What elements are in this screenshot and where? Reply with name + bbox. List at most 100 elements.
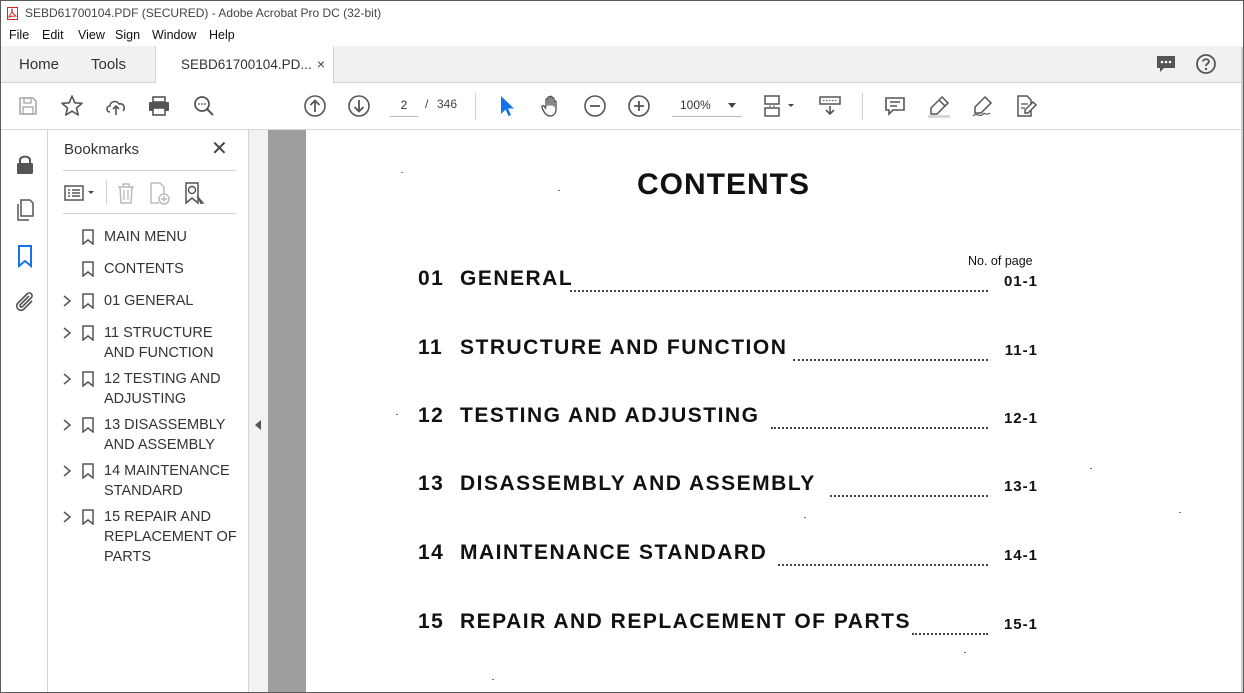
tab-home[interactable]: Home	[19, 46, 59, 83]
toolbar-divider	[475, 93, 476, 120]
lock-icon[interactable]	[13, 152, 37, 176]
menu-view[interactable]: View	[78, 28, 105, 42]
toc-title: GENERAL	[460, 267, 574, 290]
attachment-paperclip-icon[interactable]	[13, 290, 37, 314]
toc-number: 14	[418, 541, 445, 564]
next-page-icon[interactable]	[347, 94, 371, 118]
panel-collapse-handle[interactable]	[249, 130, 268, 692]
main-toolbar: 2 / 346 100%	[1, 83, 1243, 130]
chevron-right-icon[interactable]	[62, 295, 72, 307]
toc-title: STRUCTURE AND FUNCTION	[460, 336, 788, 359]
zoom-level-dropdown[interactable]: 100%	[672, 94, 742, 117]
bookmark-flag-icon	[82, 417, 94, 433]
bookmark-flag-icon	[82, 261, 94, 277]
delete-trash-icon[interactable]	[115, 181, 137, 205]
help-icon[interactable]	[1195, 53, 1217, 75]
select-cursor-icon[interactable]	[495, 94, 519, 118]
scroll-mode-icon[interactable]	[818, 94, 842, 118]
bookmarks-panel: Bookmarks ✕ MAIN MENU CONTENTS 01 GENERA…	[48, 130, 249, 692]
bookmark-label: CONTENTS	[104, 261, 184, 277]
toc-leader-dots	[793, 345, 988, 361]
menu-bar: File Edit View Sign Window Help	[1, 26, 1243, 46]
bookmark-options-icon[interactable]	[63, 181, 99, 205]
toc-page: 12-1	[1003, 410, 1038, 427]
toc-page: 13-1	[1003, 478, 1038, 495]
new-bookmark-icon[interactable]	[148, 181, 170, 205]
page-display-icon[interactable]	[762, 94, 798, 118]
highlight-pen-icon[interactable]	[927, 94, 951, 118]
tab-document[interactable]: SEBD61700104.PD... ×	[155, 46, 334, 83]
bookmark-label: 13 DISASSEMBLY AND ASSEMBLY	[104, 417, 226, 453]
acrobat-app-icon	[7, 7, 18, 20]
bookmark-flag-icon	[82, 463, 94, 479]
scan-speck	[964, 652, 966, 653]
comment-bubble-icon[interactable]	[1155, 53, 1177, 75]
tab-tools[interactable]: Tools	[91, 46, 126, 83]
toc-title: REPAIR AND REPLACEMENT OF PARTS	[460, 610, 911, 633]
chevron-right-icon[interactable]	[62, 419, 72, 431]
add-comment-icon[interactable]	[883, 94, 907, 118]
hand-tool-icon[interactable]	[539, 94, 563, 118]
star-bookmark-icon[interactable]	[60, 94, 84, 118]
collapse-arrow-icon[interactable]	[255, 420, 261, 430]
upload-cloud-icon[interactable]	[104, 94, 128, 118]
chevron-right-icon[interactable]	[62, 511, 72, 523]
tab-close-button[interactable]: ×	[317, 46, 325, 83]
page-number-input[interactable]: 2	[390, 94, 418, 117]
tab-document-label: SEBD61700104.PD...	[181, 57, 312, 72]
window-title: SEBD61700104.PDF (SECURED) - Adobe Acrob…	[25, 6, 382, 20]
toc-leader-dots	[830, 481, 988, 497]
scan-speck	[401, 172, 403, 173]
scan-speck	[492, 679, 494, 680]
toc-page: 01-1	[1003, 273, 1038, 290]
chevron-right-icon[interactable]	[62, 373, 72, 385]
menu-file[interactable]: File	[9, 28, 29, 42]
edit-pdf-icon[interactable]	[1014, 94, 1038, 118]
chevron-right-icon[interactable]	[62, 327, 72, 339]
toc-page: 14-1	[1003, 547, 1038, 564]
bookmark-label: 11 STRUCTURE AND FUNCTION	[104, 325, 214, 361]
toc-title: DISASSEMBLY AND ASSEMBLY	[460, 472, 816, 495]
bookmark-flag-icon	[82, 293, 94, 309]
bookmark-label: 01 GENERAL	[104, 293, 194, 309]
close-panel-button[interactable]: ✕	[211, 139, 228, 159]
toc-row: 15 REPAIR AND REPLACEMENT OF PARTS 15-1	[418, 610, 1038, 640]
page-thumbnails-icon[interactable]	[13, 198, 37, 222]
save-icon[interactable]	[16, 94, 40, 118]
toc-number: 15	[418, 610, 445, 633]
zoom-out-icon[interactable]	[583, 94, 607, 118]
chevron-right-icon[interactable]	[62, 465, 72, 477]
menu-help[interactable]: Help	[209, 28, 235, 42]
menu-edit[interactable]: Edit	[42, 28, 64, 42]
bookmark-label: 12 TESTING AND ADJUSTING	[104, 371, 221, 407]
page-total: 346	[437, 97, 458, 111]
scan-speck	[1179, 512, 1181, 513]
toc-page: 15-1	[1003, 616, 1038, 633]
toolbar-divider	[862, 93, 863, 120]
active-panel-pointer	[39, 251, 47, 263]
panel-divider	[63, 213, 236, 214]
toc-leader-dots	[570, 276, 988, 292]
draw-signature-icon[interactable]	[971, 94, 995, 118]
toc-title: MAINTENANCE STANDARD	[460, 541, 768, 564]
print-icon[interactable]	[147, 94, 171, 118]
toc-title: TESTING AND ADJUSTING	[460, 404, 760, 427]
bookmark-flag-icon	[82, 229, 94, 245]
menu-window[interactable]: Window	[152, 28, 196, 42]
previous-page-icon[interactable]	[303, 94, 327, 118]
bookmark-icon[interactable]	[13, 244, 37, 268]
toc-row: 14 MAINTENANCE STANDARD 14-1	[418, 541, 1038, 571]
scan-speck	[804, 517, 806, 518]
toc-row: 12 TESTING AND ADJUSTING 12-1	[418, 404, 1038, 434]
toc-row: 13 DISASSEMBLY AND ASSEMBLY 13-1	[418, 472, 1038, 502]
toc-page: 11-1	[1004, 342, 1038, 359]
find-bookmark-icon[interactable]	[183, 181, 205, 205]
chevron-down-icon	[728, 103, 736, 108]
find-zoom-icon[interactable]	[192, 94, 216, 118]
menu-sign[interactable]: Sign	[115, 28, 140, 42]
document-gutter	[268, 130, 306, 692]
scan-speck	[1090, 468, 1092, 469]
zoom-in-icon[interactable]	[627, 94, 651, 118]
bookmark-flag-icon	[82, 325, 94, 341]
scan-speck	[558, 190, 560, 191]
